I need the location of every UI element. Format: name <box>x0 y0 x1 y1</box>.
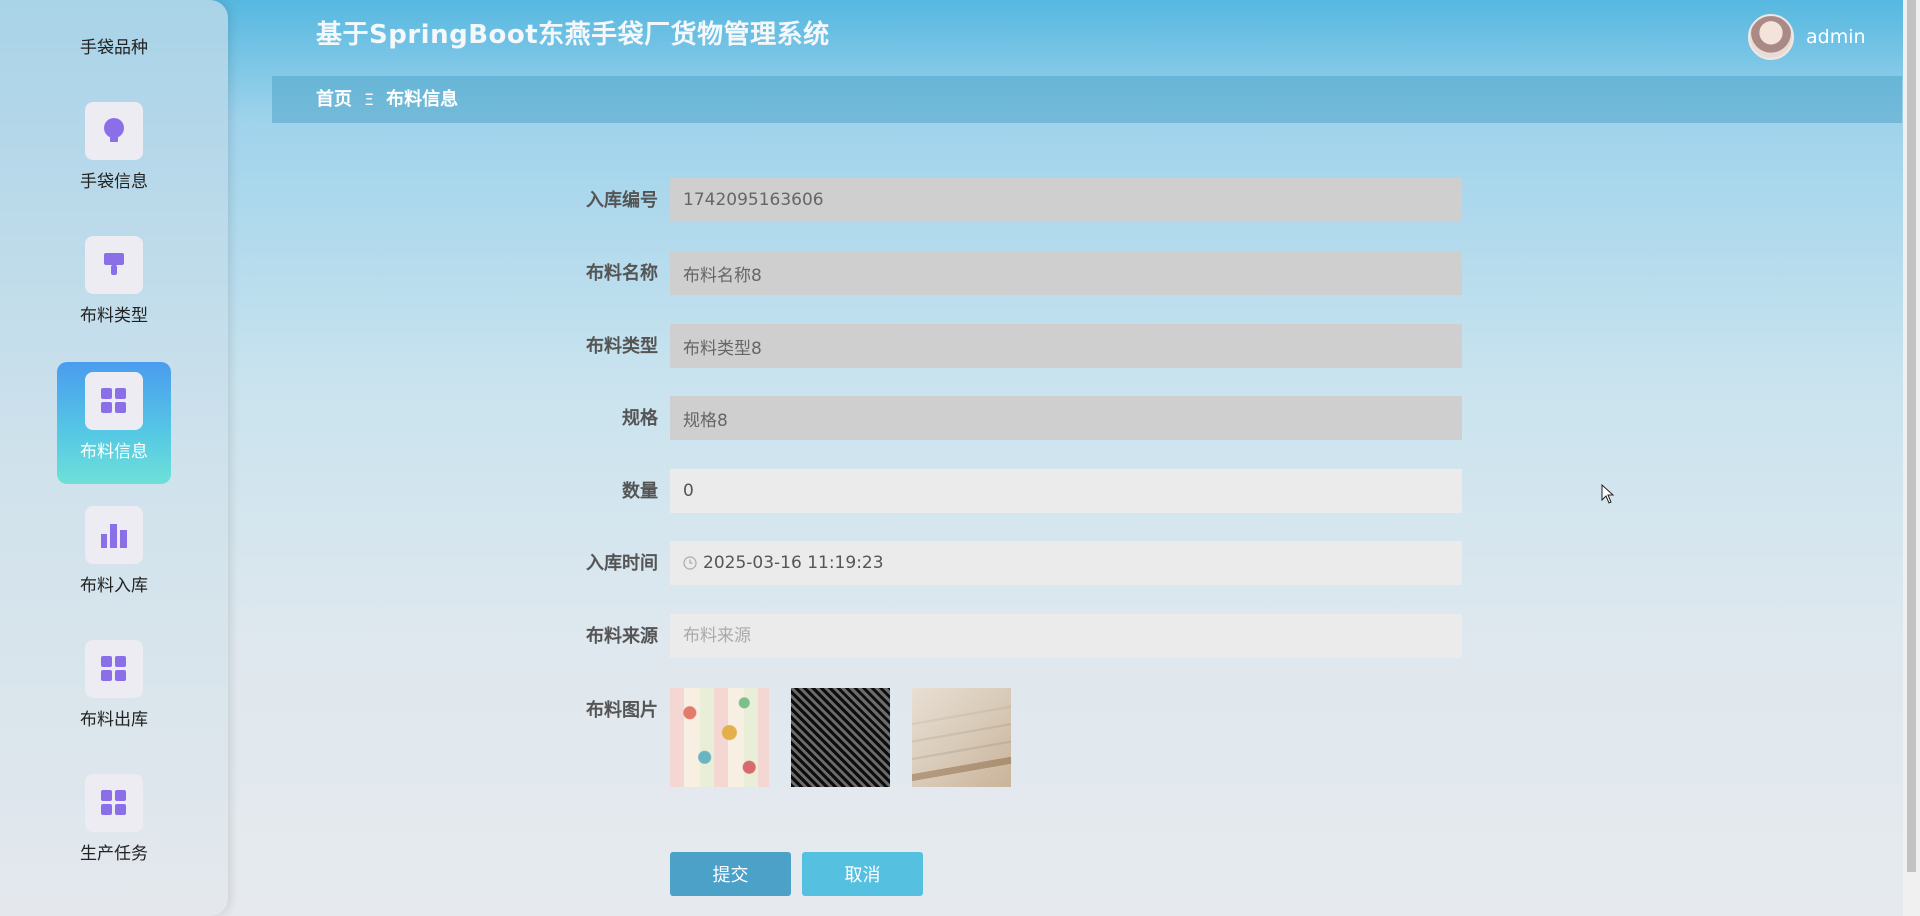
scrollbar-thumb[interactable] <box>1907 0 1916 872</box>
fabric-name-field <box>670 251 1462 295</box>
grid-icon <box>85 640 143 698</box>
sidebar-item-label: 布料类型 <box>80 306 148 326</box>
fabric-image-thumbnail[interactable] <box>912 688 1011 787</box>
stock-in-time-value: 2025-03-16 11:19:23 <box>703 553 884 573</box>
field-label-spec: 规格 <box>622 408 658 429</box>
sidebar-item-label: 布料出库 <box>80 710 148 730</box>
brush-icon <box>85 236 143 294</box>
stock-in-no-field <box>670 178 1462 222</box>
bar-chart-icon <box>85 506 143 564</box>
grid-icon <box>85 372 143 430</box>
sidebar-item-fabric-info[interactable]: 布料信息 <box>57 362 171 484</box>
breadcrumb-bar <box>272 76 1902 123</box>
field-label-stock-in-no: 入库编号 <box>586 190 658 211</box>
breadcrumb-separator: Ξ <box>364 90 375 109</box>
mouse-cursor-icon <box>1601 484 1615 504</box>
clock-icon <box>683 556 697 570</box>
app-title: 基于SpringBoot东燕手袋厂货物管理系统 <box>316 20 830 50</box>
field-label-fabric-type: 布料类型 <box>586 336 658 357</box>
field-label-stock-in-time: 入库时间 <box>586 553 658 574</box>
sidebar-item-label: 布料信息 <box>80 442 148 462</box>
field-label-fabric-source: 布料来源 <box>586 626 658 647</box>
quantity-field[interactable] <box>670 469 1462 513</box>
sidebar-item-fabric-stock-out[interactable]: 布料出库 <box>57 630 171 752</box>
fabric-image-thumbnail[interactable] <box>670 688 769 787</box>
fabric-type-field <box>670 324 1462 368</box>
sidebar-item-label: 布料入库 <box>80 576 148 596</box>
sidebar-item-fabric-stock-in[interactable]: 布料入库 <box>57 496 171 618</box>
sidebar-item-production-task[interactable]: 生产任务 <box>57 764 171 886</box>
fabric-source-field[interactable] <box>670 614 1462 658</box>
sidebar-item-fabric-type[interactable]: 布料类型 <box>57 226 171 348</box>
avatar[interactable] <box>1748 14 1794 60</box>
sidebar-item-label: 生产任务 <box>80 844 148 864</box>
cancel-button[interactable]: 取消 <box>802 852 923 896</box>
field-label-fabric-images: 布料图片 <box>586 700 658 721</box>
breadcrumb: 首页 Ξ 布料信息 <box>316 88 458 112</box>
sidebar-item-label: 手袋信息 <box>80 172 148 192</box>
stock-in-time-field[interactable]: 2025-03-16 11:19:23 <box>670 541 1462 585</box>
sidebar-item-handbag-info[interactable]: 手袋信息 <box>57 92 171 214</box>
breadcrumb-home[interactable]: 首页 <box>316 88 352 112</box>
sidebar-item-label-partial[interactable]: 手袋品种 <box>0 38 228 58</box>
submit-button[interactable]: 提交 <box>670 852 791 896</box>
breadcrumb-current: 布料信息 <box>386 89 459 110</box>
field-label-fabric-name: 布料名称 <box>586 263 658 284</box>
field-label-quantity: 数量 <box>622 481 658 502</box>
user-name[interactable]: admin <box>1806 25 1866 49</box>
grid-icon <box>85 774 143 832</box>
lightbulb-icon <box>85 102 143 160</box>
sidebar: 手袋品种 手袋信息 布料类型 布料信息 布料入库 布料出库 生产任务 <box>0 0 228 916</box>
fabric-image-thumbnail[interactable] <box>791 688 890 787</box>
spec-field <box>670 396 1462 440</box>
